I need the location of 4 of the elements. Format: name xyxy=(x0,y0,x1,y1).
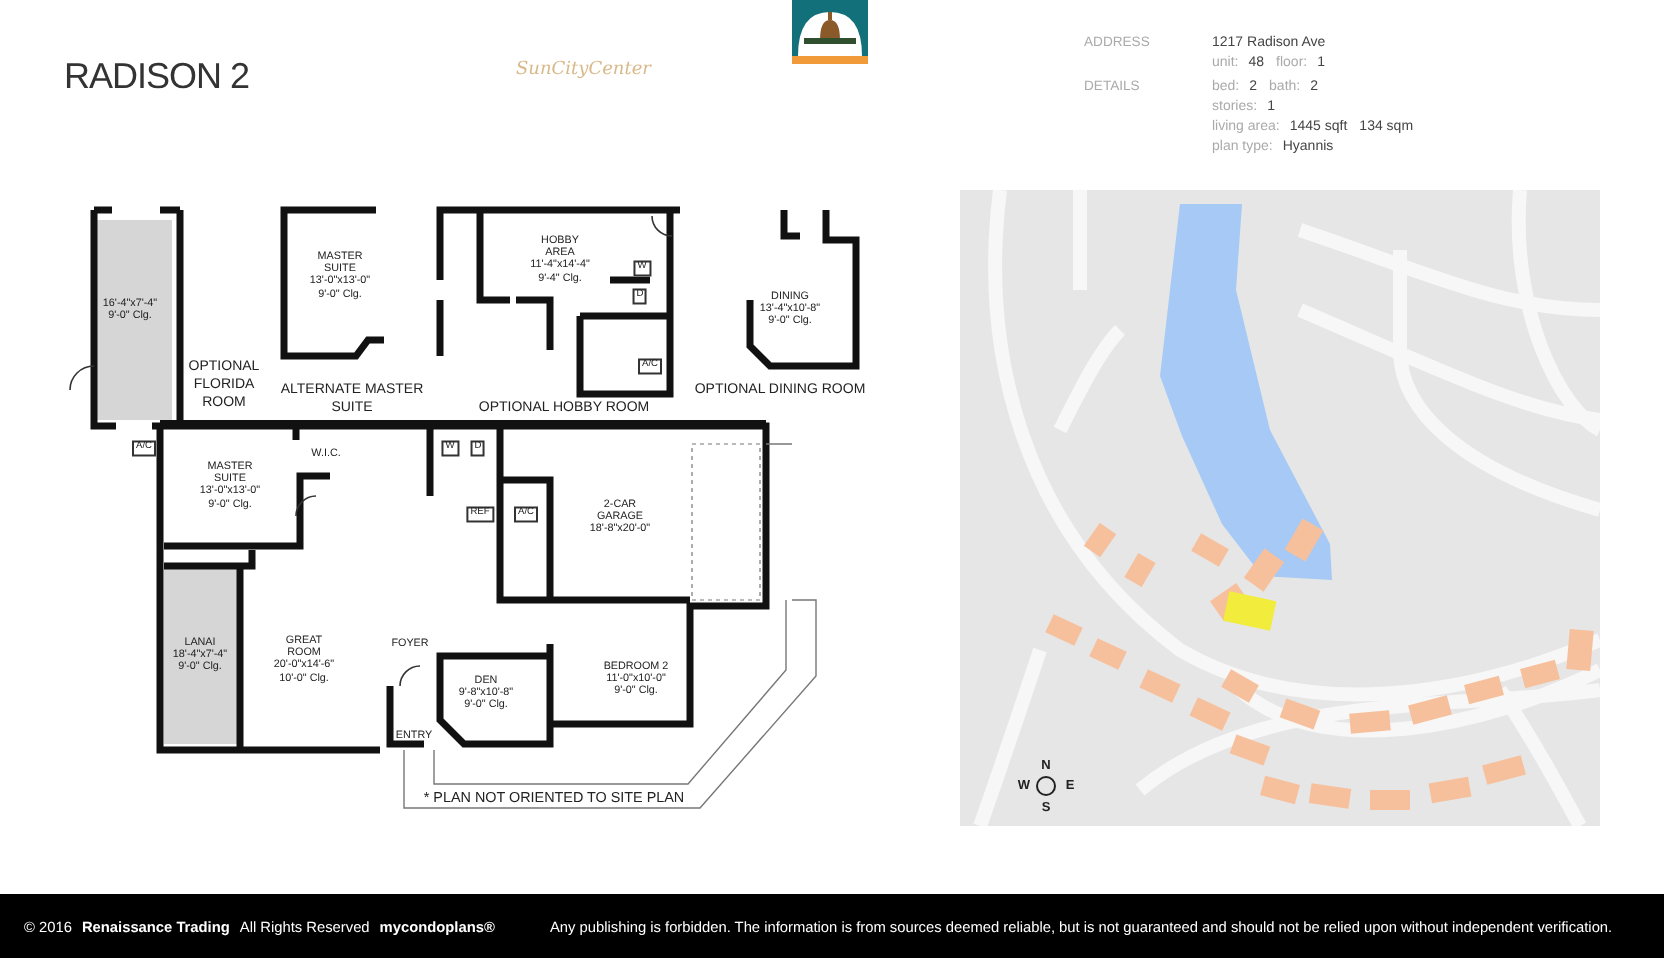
compass-icon xyxy=(1036,776,1056,796)
county-logo-icon xyxy=(792,0,868,64)
plan-title: RADISON 2 xyxy=(64,56,252,98)
brand-logo-text: SunCityCenter xyxy=(516,60,654,80)
